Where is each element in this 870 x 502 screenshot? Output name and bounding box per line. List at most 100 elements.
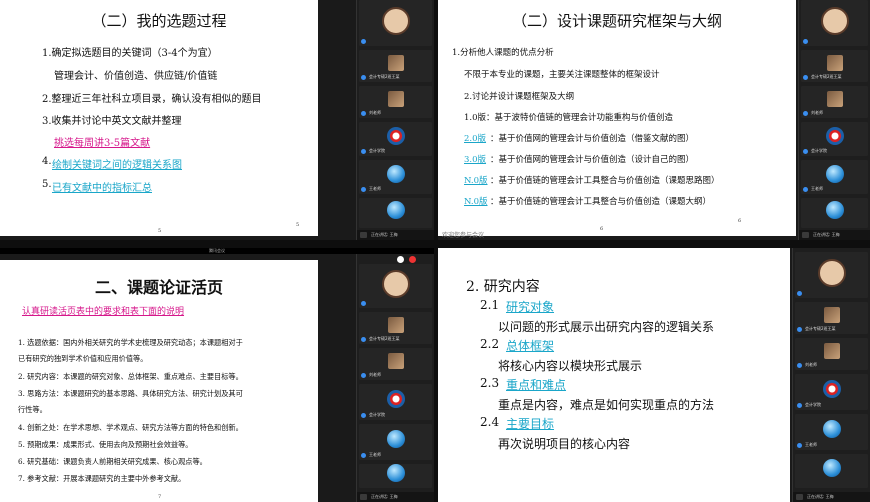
participant-tile[interactable]: 王老师 [359, 424, 432, 460]
pause-icon[interactable] [397, 256, 404, 263]
avatar [820, 7, 849, 35]
participant-name: 会计学院 [369, 412, 385, 417]
participant-name: 会计专硕2班王某 [369, 336, 400, 341]
avatar [825, 165, 844, 183]
meeting-watermark: 欢迎您参与会议 [442, 232, 485, 239]
section-number: 2.3 [480, 376, 500, 390]
section-link[interactable]: 主要目标 [506, 415, 554, 432]
participant-tile[interactable]: 王老师 [795, 414, 868, 450]
participant-sidebar: 会计专硕2班王某 刘老师 会计学院 王老师 正在讲话: 王梅 [792, 248, 870, 502]
avatar [822, 459, 841, 477]
mic-icon [797, 291, 802, 296]
participant-tile[interactable]: 王老师 [359, 160, 432, 194]
participant-tile[interactable] [801, 0, 868, 46]
slide-link[interactable]: N.0版 [464, 195, 488, 207]
slide-link[interactable]: 3.0版 [464, 153, 486, 165]
participant-tile[interactable] [795, 454, 868, 488]
participant-tile[interactable]: 会计学院 [801, 122, 868, 156]
slide-subtitle-link[interactable]: 认真研读活页表中的要求和表下面的说明 [22, 304, 184, 317]
mic-icon [361, 301, 366, 306]
menu-icon[interactable] [360, 494, 367, 500]
participant-tile[interactable]: 会计学院 [359, 384, 432, 420]
mic-icon [361, 453, 366, 458]
menu-icon[interactable] [802, 232, 809, 238]
meeting-window-2: （二）设计课题研究框架与大纲 1.分析他人课题的优点分析 不限于本专业的课题，主… [438, 0, 870, 240]
slide-item-number: 4. [42, 156, 52, 167]
slide-item: 管理会计、价值创造、供应链/价值链 [54, 71, 218, 82]
avatar [381, 270, 410, 298]
avatar [386, 201, 405, 219]
slide-item: 不限于本专业的课题，主要关注课题整体的框架设计 [464, 70, 660, 80]
mic-icon [361, 111, 366, 116]
slide-footer-number: 6 [600, 226, 604, 232]
section-number: 2.2 [480, 337, 500, 351]
section-link[interactable]: 研究对象 [506, 298, 554, 315]
slide-item: 7. 参考文献：开展本课题研究的主要中外参考文献。 [18, 474, 186, 483]
participant-tile[interactable]: 刘老师 [795, 338, 868, 370]
participant-tile[interactable] [359, 464, 432, 488]
avatar [825, 127, 844, 145]
participant-name: 刘老师 [811, 110, 823, 115]
participant-tile[interactable]: 会计学院 [359, 122, 432, 156]
participant-name: 会计学院 [805, 402, 821, 407]
slide-item-number: 5. [42, 179, 52, 190]
participant-tile[interactable]: 刘老师 [359, 86, 432, 118]
participant-name: 王老师 [369, 186, 381, 191]
slide-link[interactable]: 挑选每周讲3-5篇文献 [54, 134, 150, 149]
participant-tile[interactable]: 会计学院 [795, 374, 868, 410]
section-desc: 重点是内容，难点是如何实现重点的方法 [498, 398, 715, 412]
slide-item: ：基于价值网的管理会计与价值创造（设计自己的图） [490, 155, 695, 165]
slide-item: 2.整理近三年社科立项目录，确认没有相似的题目 [42, 94, 262, 105]
participant-name: 会计学院 [369, 148, 385, 153]
section-desc: 将核心内容以模块形式展示 [498, 359, 643, 373]
slide-link[interactable]: 绘制关键词之间的逻辑关系图 [52, 156, 182, 171]
participant-sidebar: 会计专硕2班王某 刘老师 会计学院 王老师 正在讲话: 王梅 [356, 254, 434, 502]
participant-tile[interactable]: 刘老师 [359, 348, 432, 380]
participant-tile[interactable] [801, 198, 868, 228]
participant-tile[interactable]: 会计专硕2班王某 [795, 302, 868, 334]
mic-icon [803, 149, 808, 154]
participant-tile[interactable]: 会计专硕2班王某 [359, 312, 432, 344]
section-link[interactable]: 总体框架 [506, 337, 554, 354]
participant-tile[interactable] [359, 198, 432, 228]
slide-item: 5. 预期成果：成果形式、使用去向及预期社会效益等。 [18, 440, 193, 449]
shared-slide: 2. 研究内容 2.1 研究对象 以问题的形式展示出研究内容的逻辑关系 2.2 … [438, 248, 790, 502]
participant-tile[interactable]: 会计专硕2班王某 [359, 50, 432, 82]
section-link[interactable]: 重点和难点 [506, 376, 566, 393]
participant-tile[interactable]: 会计专硕2班王某 [801, 50, 868, 82]
mic-icon [361, 337, 366, 342]
participant-tile[interactable] [359, 264, 432, 308]
avatar [386, 390, 405, 408]
participant-name: 王老师 [369, 452, 381, 457]
slide-page-number: 6 [738, 218, 742, 224]
participant-tile[interactable] [795, 252, 868, 298]
mic-icon [361, 75, 366, 80]
slide-title: （二）设计课题研究框架与大纲 [511, 12, 722, 30]
participant-tile[interactable]: 刘老师 [801, 86, 868, 118]
slide-link[interactable]: 2.0版 [464, 132, 486, 144]
meeting-window-3: 腾讯会议 二、课题论证活页 认真研读活页表中的要求和表下面的说明 1. 选题依据… [0, 248, 434, 502]
section-number: 2.1 [480, 298, 500, 312]
participant-tile[interactable]: 王老师 [801, 160, 868, 194]
shared-slide: （二）设计课题研究框架与大纲 1.分析他人课题的优点分析 不限于本专业的课题，主… [438, 0, 796, 236]
stop-icon[interactable] [409, 256, 416, 263]
slide-footer-number: 5 [158, 228, 162, 234]
menu-icon[interactable] [796, 494, 803, 500]
meeting-window-4: 2. 研究内容 2.1 研究对象 以问题的形式展示出研究内容的逻辑关系 2.2 … [438, 248, 870, 502]
avatar [381, 7, 410, 35]
mic-icon [797, 443, 802, 448]
avatar [386, 464, 405, 482]
participant-name: 会计专硕2班王某 [805, 326, 836, 331]
avatar [386, 430, 405, 448]
shared-slide: 二、课题论证活页 认真研读活页表中的要求和表下面的说明 1. 选题依据：国内外相… [0, 260, 318, 502]
slide-item: 6. 研究基础：课题负责人前期相关研究成果、核心观点等。 [18, 457, 207, 466]
slide-title: 二、课题论证活页 [94, 278, 223, 297]
slide-link[interactable]: 已有文献中的指标汇总 [52, 179, 152, 194]
avatar [387, 91, 404, 107]
slide-link[interactable]: N.0版 [464, 174, 488, 186]
menu-icon[interactable] [360, 232, 367, 238]
participant-name: 刘老师 [805, 362, 817, 367]
mic-icon [803, 111, 808, 116]
participant-name: 王老师 [805, 442, 817, 447]
participant-tile[interactable] [359, 0, 432, 46]
